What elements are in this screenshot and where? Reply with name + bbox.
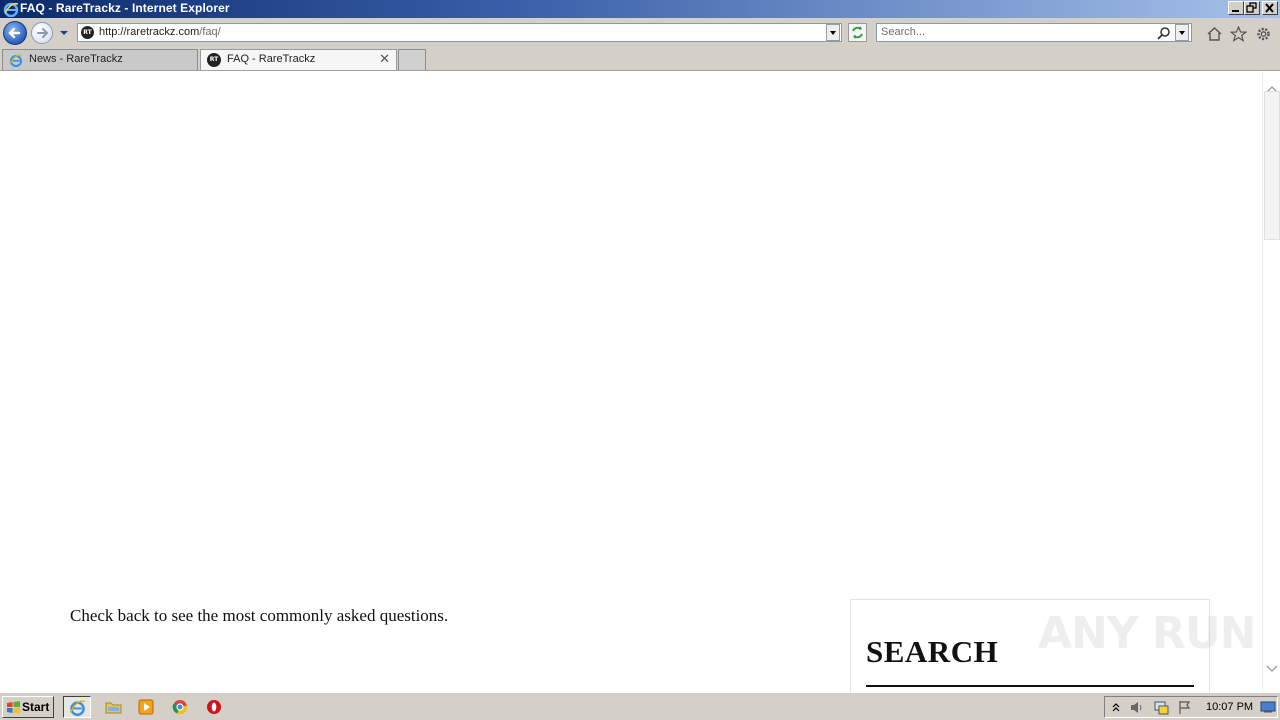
taskbar-clock[interactable]: 10:07 PM: [1206, 701, 1253, 713]
tab-label: News - RareTrackz: [29, 53, 123, 65]
action-center-flag-icon[interactable]: [1177, 700, 1193, 715]
title-bar: FAQ - RareTrackz - Internet Explorer: [0, 0, 1280, 18]
taskbar: Start 10:07 PM: [0, 692, 1280, 720]
search-icon[interactable]: [1157, 26, 1171, 40]
compatibility-view-button[interactable]: [848, 23, 867, 42]
media-player-icon: [138, 699, 154, 715]
sidebar-search-heading: SEARCH: [866, 634, 999, 669]
search-placeholder: Search...: [881, 26, 926, 38]
tab-news[interactable]: News - RareTrackz: [2, 49, 198, 70]
minimize-button[interactable]: [1228, 1, 1244, 15]
window-title: FAQ - RareTrackz - Internet Explorer: [20, 1, 230, 15]
close-window-button[interactable]: [1262, 1, 1278, 15]
forward-arrow-icon: [37, 28, 49, 38]
site-favicon-icon: RT: [81, 26, 94, 39]
search-dropdown-button[interactable]: [1175, 24, 1189, 41]
opera-icon: [207, 700, 221, 714]
taskbar-internet-explorer[interactable]: [63, 696, 91, 718]
gear-icon[interactable]: [1255, 26, 1272, 42]
taskbar-media-player[interactable]: [133, 696, 161, 718]
favorites-star-icon[interactable]: [1230, 26, 1247, 42]
address-input[interactable]: RT http://raretrackz.com/faq/: [77, 23, 842, 42]
tab-label: FAQ - RareTrackz: [227, 53, 316, 65]
tab-faq[interactable]: RT FAQ - RareTrackz ✕: [200, 49, 397, 70]
internet-explorer-icon: [69, 700, 86, 716]
restore-button[interactable]: [1244, 1, 1260, 15]
address-dropdown-button[interactable]: [826, 24, 840, 41]
forward-button[interactable]: [31, 22, 53, 44]
taskbar-opera[interactable]: [200, 696, 228, 718]
scrollbar-thumb[interactable]: [1264, 91, 1280, 240]
start-button[interactable]: Start: [2, 696, 54, 718]
chevron-down-icon: [1179, 31, 1185, 35]
recent-pages-dropdown-icon[interactable]: [58, 28, 70, 38]
address-url[interactable]: http://raretrackz.com/faq/: [99, 26, 221, 38]
home-icon[interactable]: [1206, 26, 1223, 42]
address-toolbar: RT http://raretrackz.com/faq/ Search...: [0, 18, 1280, 48]
site-favicon-icon: RT: [207, 53, 221, 67]
volume-icon[interactable]: [1129, 700, 1145, 715]
folder-icon: [105, 702, 122, 714]
show-desktop-icon[interactable]: [1260, 701, 1276, 713]
network-icon[interactable]: [1153, 700, 1169, 715]
tab-bar: News - RareTrackz RT FAQ - RareTrackz ✕: [0, 48, 1280, 71]
internet-explorer-icon: [9, 54, 23, 67]
close-tab-icon[interactable]: ✕: [379, 52, 390, 67]
show-hidden-icons-icon[interactable]: [1111, 701, 1121, 713]
refresh-icon: [852, 26, 863, 39]
scroll-down-icon[interactable]: [1266, 665, 1278, 673]
taskbar-chrome[interactable]: [166, 696, 194, 718]
chevron-down-icon: [830, 31, 836, 35]
windows-logo-icon: [7, 701, 20, 714]
faq-body-text: Check back to see the most commonly aske…: [70, 606, 449, 625]
page-content: Check back to see the most commonly aske…: [0, 71, 1262, 692]
taskbar-file-explorer[interactable]: [100, 696, 128, 718]
search-input[interactable]: Search...: [876, 23, 1192, 42]
start-label: Start: [22, 700, 50, 714]
back-arrow-icon: [8, 27, 21, 39]
anyrun-watermark: ANY RUN: [1038, 608, 1256, 659]
back-button[interactable]: [3, 21, 27, 45]
internet-explorer-icon: [3, 2, 19, 17]
new-tab-button[interactable]: [398, 49, 426, 70]
chrome-icon: [172, 700, 188, 715]
heading-divider: [866, 685, 1194, 687]
vertical-scrollbar[interactable]: [1262, 71, 1280, 692]
